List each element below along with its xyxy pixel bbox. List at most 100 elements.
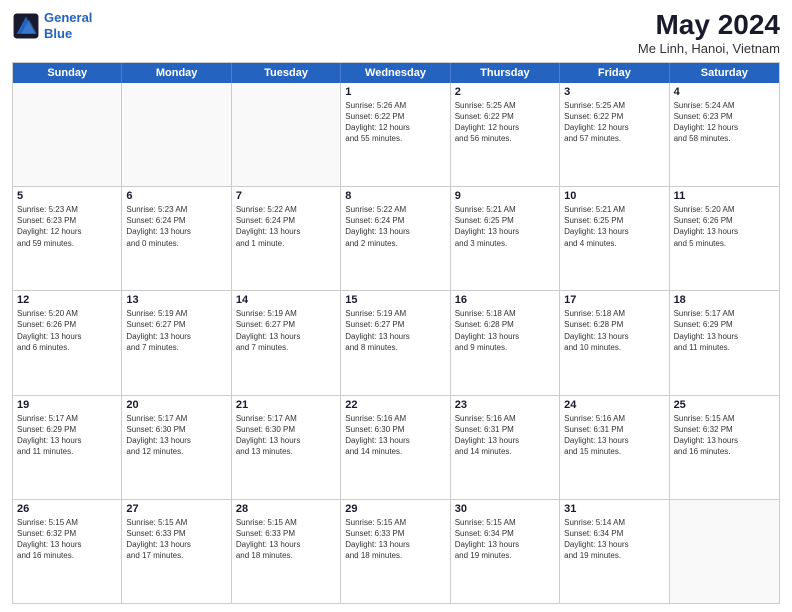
day-number: 31 <box>564 503 664 515</box>
day-9: 9 Sunrise: 5:21 AM Sunset: 6:25 PM Daylig… <box>451 187 560 290</box>
day-info: Sunrise: 5:26 AM Sunset: 6:22 PM Dayligh… <box>345 100 445 145</box>
day-3: 3 Sunrise: 5:25 AM Sunset: 6:22 PM Daylig… <box>560 83 669 186</box>
header-day-thursday: Thursday <box>451 63 560 83</box>
day-info: Sunrise: 5:19 AM Sunset: 6:27 PM Dayligh… <box>236 308 336 353</box>
day-info: Sunrise: 5:25 AM Sunset: 6:22 PM Dayligh… <box>455 100 555 145</box>
day-7: 7 Sunrise: 5:22 AM Sunset: 6:24 PM Daylig… <box>232 187 341 290</box>
calendar-week-1: 1 Sunrise: 5:26 AM Sunset: 6:22 PM Daylig… <box>13 83 779 186</box>
day-number: 27 <box>126 503 226 515</box>
day-31: 31 Sunrise: 5:14 AM Sunset: 6:34 PM Dayli… <box>560 500 669 603</box>
day-5: 5 Sunrise: 5:23 AM Sunset: 6:23 PM Daylig… <box>13 187 122 290</box>
day-number: 22 <box>345 399 445 411</box>
day-25: 25Sunrise: 5:15 AM Sunset: 6:32 PM Dayli… <box>670 396 779 499</box>
day-28: 28Sunrise: 5:15 AM Sunset: 6:33 PM Dayli… <box>232 500 341 603</box>
day-info: Sunrise: 5:18 AM Sunset: 6:28 PM Dayligh… <box>564 308 664 353</box>
page: General Blue May 2024 Me Linh, Hanoi, Vi… <box>0 0 792 612</box>
day-number: 16 <box>455 294 555 306</box>
day-number: 11 <box>674 190 775 202</box>
calendar-week-2: 5 Sunrise: 5:23 AM Sunset: 6:23 PM Daylig… <box>13 186 779 290</box>
day-info: Sunrise: 5:24 AM Sunset: 6:23 PM Dayligh… <box>674 100 775 145</box>
day-info: Sunrise: 5:22 AM Sunset: 6:24 PM Dayligh… <box>345 204 445 249</box>
day-30: 30Sunrise: 5:15 AM Sunset: 6:34 PM Dayli… <box>451 500 560 603</box>
day-info: Sunrise: 5:22 AM Sunset: 6:24 PM Dayligh… <box>236 204 336 249</box>
day-number: 19 <box>17 399 117 411</box>
calendar-week-5: 26 Sunrise: 5:15 AM Sunset: 6:32 PM Dayli… <box>13 499 779 603</box>
empty-cell <box>13 83 122 186</box>
day-info: Sunrise: 5:20 AM Sunset: 6:26 PM Dayligh… <box>674 204 775 249</box>
day-number: 3 <box>564 86 664 98</box>
calendar: SundayMondayTuesdayWednesdayThursdayFrid… <box>12 62 780 604</box>
day-info: Sunrise: 5:16 AM Sunset: 6:31 PM Dayligh… <box>564 413 664 458</box>
day-info: Sunrise: 5:15 AM Sunset: 6:34 PM Dayligh… <box>455 517 555 562</box>
day-number: 6 <box>126 190 226 202</box>
day-info: Sunrise: 5:19 AM Sunset: 6:27 PM Dayligh… <box>126 308 226 353</box>
logo: General Blue <box>12 10 92 41</box>
day-number: 15 <box>345 294 445 306</box>
day-info: Sunrise: 5:17 AM Sunset: 6:30 PM Dayligh… <box>126 413 226 458</box>
day-27: 27 Sunrise: 5:15 AM Sunset: 6:33 PM Dayli… <box>122 500 231 603</box>
day-10: 10 Sunrise: 5:21 AM Sunset: 6:25 PM Dayli… <box>560 187 669 290</box>
header-day-tuesday: Tuesday <box>232 63 341 83</box>
day-number: 20 <box>126 399 226 411</box>
day-number: 10 <box>564 190 664 202</box>
header-day-wednesday: Wednesday <box>341 63 450 83</box>
day-15: 15 Sunrise: 5:19 AM Sunset: 6:27 PM Dayli… <box>341 291 450 394</box>
day-number: 24 <box>564 399 664 411</box>
day-number: 1 <box>345 86 445 98</box>
day-number: 12 <box>17 294 117 306</box>
day-info: Sunrise: 5:23 AM Sunset: 6:23 PM Dayligh… <box>17 204 117 249</box>
day-info: Sunrise: 5:15 AM Sunset: 6:33 PM Dayligh… <box>345 517 445 562</box>
header-day-sunday: Sunday <box>13 63 122 83</box>
day-number: 18 <box>674 294 775 306</box>
day-16: 16 Sunrise: 5:18 AM Sunset: 6:28 PM Dayli… <box>451 291 560 394</box>
day-info: Sunrise: 5:25 AM Sunset: 6:22 PM Dayligh… <box>564 100 664 145</box>
day-11: 11 Sunrise: 5:20 AM Sunset: 6:26 PM Dayli… <box>670 187 779 290</box>
day-18: 18 Sunrise: 5:17 AM Sunset: 6:29 PM Dayli… <box>670 291 779 394</box>
day-info: Sunrise: 5:21 AM Sunset: 6:25 PM Dayligh… <box>564 204 664 249</box>
logo-icon <box>12 12 40 40</box>
day-20: 20 Sunrise: 5:17 AM Sunset: 6:30 PM Dayli… <box>122 396 231 499</box>
day-info: Sunrise: 5:21 AM Sunset: 6:25 PM Dayligh… <box>455 204 555 249</box>
header-day-saturday: Saturday <box>670 63 779 83</box>
day-23: 23Sunrise: 5:16 AM Sunset: 6:31 PM Dayli… <box>451 396 560 499</box>
day-info: Sunrise: 5:20 AM Sunset: 6:26 PM Dayligh… <box>17 308 117 353</box>
day-8: 8 Sunrise: 5:22 AM Sunset: 6:24 PM Daylig… <box>341 187 450 290</box>
header: General Blue May 2024 Me Linh, Hanoi, Vi… <box>12 10 780 56</box>
day-number: 4 <box>674 86 775 98</box>
day-number: 2 <box>455 86 555 98</box>
day-14: 14Sunrise: 5:19 AM Sunset: 6:27 PM Dayli… <box>232 291 341 394</box>
day-number: 7 <box>236 190 336 202</box>
day-info: Sunrise: 5:15 AM Sunset: 6:32 PM Dayligh… <box>17 517 117 562</box>
calendar-body: 1 Sunrise: 5:26 AM Sunset: 6:22 PM Daylig… <box>13 83 779 603</box>
day-info: Sunrise: 5:18 AM Sunset: 6:28 PM Dayligh… <box>455 308 555 353</box>
calendar-week-4: 19 Sunrise: 5:17 AM Sunset: 6:29 PM Dayli… <box>13 395 779 499</box>
day-info: Sunrise: 5:17 AM Sunset: 6:30 PM Dayligh… <box>236 413 336 458</box>
day-21: 21 Sunrise: 5:17 AM Sunset: 6:30 PM Dayli… <box>232 396 341 499</box>
day-info: Sunrise: 5:17 AM Sunset: 6:29 PM Dayligh… <box>17 413 117 458</box>
day-number: 8 <box>345 190 445 202</box>
day-info: Sunrise: 5:19 AM Sunset: 6:27 PM Dayligh… <box>345 308 445 353</box>
day-info: Sunrise: 5:14 AM Sunset: 6:34 PM Dayligh… <box>564 517 664 562</box>
day-number: 21 <box>236 399 336 411</box>
day-4: 4 Sunrise: 5:24 AM Sunset: 6:23 PM Daylig… <box>670 83 779 186</box>
day-26: 26 Sunrise: 5:15 AM Sunset: 6:32 PM Dayli… <box>13 500 122 603</box>
day-number: 26 <box>17 503 117 515</box>
day-12: 12 Sunrise: 5:20 AM Sunset: 6:26 PM Dayli… <box>13 291 122 394</box>
day-24: 24 Sunrise: 5:16 AM Sunset: 6:31 PM Dayli… <box>560 396 669 499</box>
logo-text: General Blue <box>44 10 92 41</box>
day-22: 22 Sunrise: 5:16 AM Sunset: 6:30 PM Dayli… <box>341 396 450 499</box>
day-info: Sunrise: 5:15 AM Sunset: 6:32 PM Dayligh… <box>674 413 775 458</box>
empty-cell <box>670 500 779 603</box>
day-info: Sunrise: 5:17 AM Sunset: 6:29 PM Dayligh… <box>674 308 775 353</box>
day-info: Sunrise: 5:16 AM Sunset: 6:31 PM Dayligh… <box>455 413 555 458</box>
header-day-monday: Monday <box>122 63 231 83</box>
day-29: 29 Sunrise: 5:15 AM Sunset: 6:33 PM Dayli… <box>341 500 450 603</box>
title-block: May 2024 Me Linh, Hanoi, Vietnam <box>638 10 780 56</box>
day-info: Sunrise: 5:23 AM Sunset: 6:24 PM Dayligh… <box>126 204 226 249</box>
day-number: 9 <box>455 190 555 202</box>
day-info: Sunrise: 5:15 AM Sunset: 6:33 PM Dayligh… <box>126 517 226 562</box>
day-1: 1 Sunrise: 5:26 AM Sunset: 6:22 PM Daylig… <box>341 83 450 186</box>
day-number: 5 <box>17 190 117 202</box>
day-number: 29 <box>345 503 445 515</box>
day-info: Sunrise: 5:16 AM Sunset: 6:30 PM Dayligh… <box>345 413 445 458</box>
